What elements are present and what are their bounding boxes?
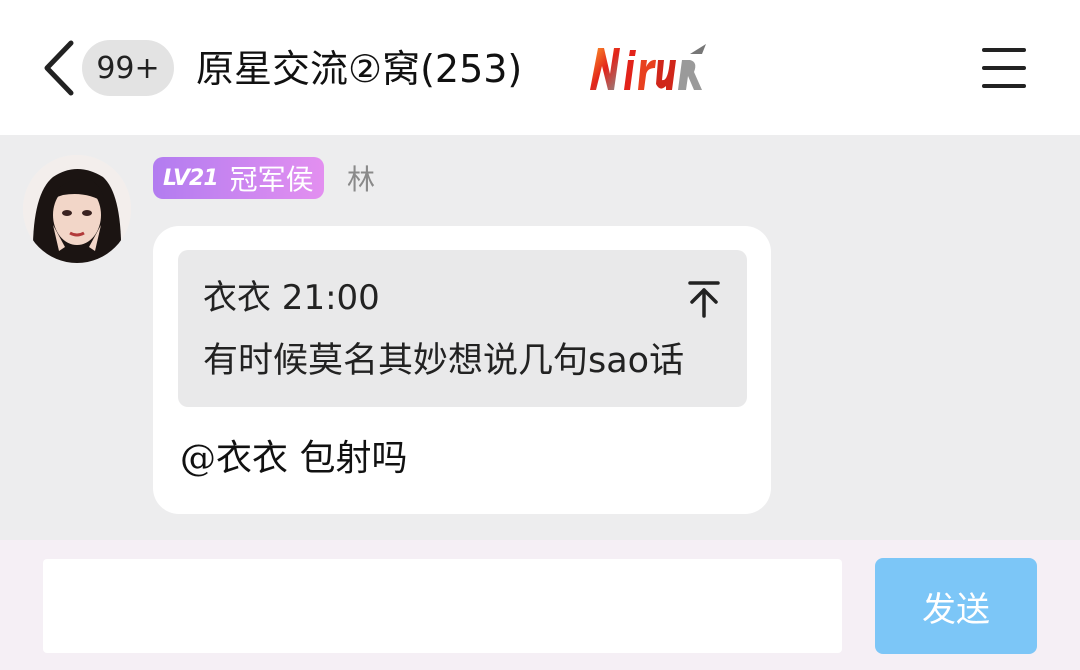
level-number: LV21 [163, 165, 219, 191]
send-button[interactable]: 发送 [875, 558, 1037, 654]
jump-to-quote-button[interactable] [682, 276, 726, 320]
quote-text: 有时候莫名其妙想说几句sao话 [203, 341, 685, 381]
fire-logo-icon [590, 44, 706, 90]
chat-header: 99+ 原星交流②窝(253) [0, 0, 1080, 135]
jump-to-top-icon [688, 281, 720, 318]
menu-line [982, 66, 1026, 70]
message-input[interactable] [43, 559, 842, 653]
menu-line [982, 48, 1026, 52]
avatar-image [23, 155, 131, 263]
menu-button[interactable] [980, 44, 1028, 92]
level-badge: LV21 冠军侯 [153, 157, 324, 199]
menu-line [982, 84, 1026, 88]
reply-text: @衣衣 包射吗 [180, 438, 408, 479]
chevron-left-icon [44, 40, 74, 96]
level-title: 冠军侯 [229, 163, 314, 196]
back-button[interactable] [36, 38, 80, 98]
group-title: 原星交流②窝(253) [196, 47, 523, 91]
quote-author-time: 衣衣 21:00 [203, 278, 380, 318]
unread-count-badge[interactable]: 99+ [82, 40, 174, 96]
avatar[interactable] [23, 155, 131, 263]
sender-name[interactable]: 林 [347, 160, 375, 200]
